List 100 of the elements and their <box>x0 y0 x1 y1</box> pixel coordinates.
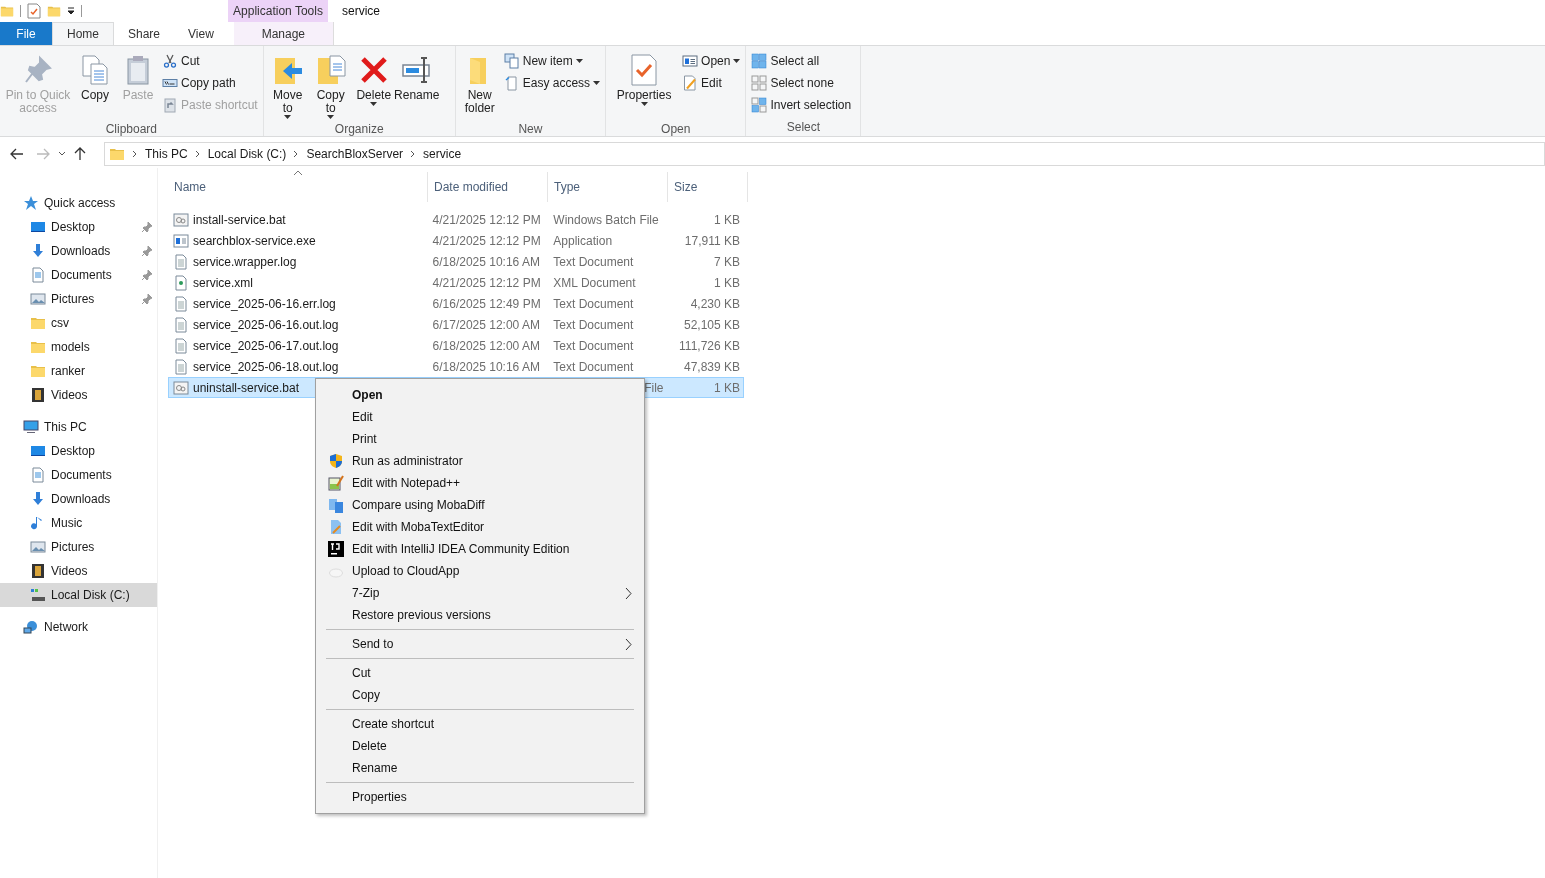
column-header[interactable]: Name <box>174 178 206 196</box>
nav-item[interactable]: Videos <box>0 383 157 407</box>
menu-item[interactable]: Edit with MobaTextEditor <box>318 516 642 538</box>
nav-item[interactable]: Downloads <box>0 239 157 263</box>
column-header[interactable]: Date modified <box>434 178 509 196</box>
back-arrow-icon[interactable] <box>10 148 24 160</box>
nav-item[interactable]: Downloads <box>0 487 157 511</box>
file-name: searchblox-service.exe <box>193 232 316 250</box>
ribbon-button[interactable]: Select none <box>749 72 854 94</box>
menu-item[interactable]: Cut <box>318 662 642 684</box>
dropdown-icon[interactable] <box>67 7 75 15</box>
nav-item[interactable]: Quick access <box>0 191 157 215</box>
size-text: 52,105 KB <box>683 317 740 332</box>
caret-icon <box>327 115 335 119</box>
invert-selection-icon <box>751 97 768 113</box>
type-text: Windows Batch File <box>553 212 659 227</box>
picture-icon <box>30 539 46 555</box>
folder-icon <box>109 146 125 162</box>
chevron-right-icon[interactable] <box>132 150 138 158</box>
breadcrumb[interactable]: Local Disk (C:) <box>207 145 287 163</box>
ribbon-button[interactable]: New item <box>501 50 603 72</box>
menu-item[interactable]: Edit with IntelliJ IDEA Community Edition <box>318 538 642 560</box>
chevron-right-icon[interactable] <box>410 150 417 158</box>
menu-item[interactable]: Copy <box>318 684 642 706</box>
ribbon-button[interactable]: Delete <box>352 46 395 120</box>
ribbon-button[interactable]: Easy access <box>501 72 603 94</box>
ribbon-button[interactable]: Select all <box>749 50 854 72</box>
chevron-right-icon[interactable] <box>293 150 300 158</box>
ribbon-button[interactable]: New folder <box>458 46 501 120</box>
menu-item[interactable]: Properties <box>318 786 642 808</box>
file-row[interactable]: service.wrapper.log 6/18/2025 10:16 AM Text Document 7 KB <box>168 251 744 272</box>
nav-item[interactable]: models <box>0 335 157 359</box>
ribbon-tab[interactable]: Share <box>114 22 175 45</box>
type-text: Text Document <box>553 359 634 374</box>
menu-item[interactable]: Compare using MobaDiff <box>318 494 642 516</box>
ribbon-button[interactable]: Copy <box>74 46 116 120</box>
file-row[interactable]: service_2025-06-16.out.log 6/17/2025 12:00 AM Text Document 52,105 KB <box>168 314 744 335</box>
file-row[interactable]: service_2025-06-18.out.log 6/18/2025 10:16 AM Text Document 47,839 KB <box>168 356 744 377</box>
file-row[interactable]: service_2025-06-16.err.log 6/16/2025 12:49 PM Text Document 4,230 KB <box>168 293 744 314</box>
caret-icon <box>593 81 601 85</box>
ribbon-button[interactable]: Rename <box>395 46 438 120</box>
nav-item[interactable]: This PC <box>0 415 157 439</box>
nav-item[interactable]: Documents <box>0 463 157 487</box>
nav-item[interactable]: Music <box>0 511 157 535</box>
page-arrow-icon <box>503 75 520 91</box>
application-icon <box>173 232 189 249</box>
menu-item[interactable]: Edit with Notepad++ <box>318 472 642 494</box>
ribbon-button[interactable]: Cut <box>160 50 260 72</box>
ribbon-button[interactable]: Edit <box>680 72 743 94</box>
nav-item[interactable]: Videos <box>0 559 157 583</box>
nav-item[interactable]: Desktop <box>0 439 157 463</box>
menu-item[interactable]: 7-Zip <box>318 582 642 604</box>
file-row[interactable]: service.xml 4/21/2025 12:12 PM XML Document 1 KB <box>168 272 744 293</box>
ribbon-tab[interactable]: View <box>174 22 228 45</box>
nav-item[interactable]: Desktop <box>0 215 157 239</box>
download-icon <box>30 243 46 259</box>
menu-item[interactable]: Run as administrator <box>318 450 642 472</box>
folder-icon <box>30 363 46 379</box>
nav-item[interactable]: Local Disk (C:) <box>0 583 157 607</box>
menu-item[interactable]: Restore previous versions <box>318 604 642 626</box>
menu-item[interactable]: Send to <box>318 633 642 655</box>
nav-item[interactable]: Pictures <box>0 535 157 559</box>
file-row[interactable]: service_2025-06-17.out.log 6/18/2025 12:00 AM Text Document 111,726 KB <box>168 335 744 356</box>
menu-item[interactable]: Create shortcut <box>318 713 642 735</box>
ribbon-tab[interactable]: Home <box>52 22 114 45</box>
menu-item[interactable]: Edit <box>318 406 642 428</box>
menu-item[interactable]: Delete <box>318 735 642 757</box>
chevron-down-icon[interactable] <box>58 151 66 157</box>
menu-item[interactable]: Upload to CloudApp <box>318 560 642 582</box>
nav-item[interactable]: Network <box>0 615 157 639</box>
menu-item[interactable]: Rename <box>318 757 642 779</box>
nav-item[interactable]: Pictures <box>0 287 157 311</box>
ribbon-button[interactable]: Copy path <box>160 72 260 94</box>
nav-item[interactable]: Documents <box>0 263 157 287</box>
ribbon-button[interactable]: Copy to <box>309 46 352 120</box>
check-page-icon[interactable] <box>27 3 41 19</box>
breadcrumb[interactable]: This PC <box>145 145 188 163</box>
chevron-right-icon[interactable] <box>194 150 201 158</box>
address-bar[interactable]: This PC Local Disk (C:) SearchBloxServer service <box>104 142 1545 166</box>
nav-item[interactable]: ranker <box>0 359 157 383</box>
ribbon-button[interactable]: Open <box>680 50 743 72</box>
breadcrumb[interactable]: service <box>423 145 462 163</box>
ribbon-button[interactable]: Properties <box>609 46 680 120</box>
ribbon-tab[interactable]: Manage <box>233 22 334 45</box>
nav-item[interactable]: csv <box>0 311 157 335</box>
text-file-icon <box>173 316 189 333</box>
ribbon-tab[interactable]: File <box>0 22 52 45</box>
menu-item[interactable]: Open <box>318 384 642 406</box>
drive-icon <box>30 587 46 603</box>
caret-icon <box>370 102 378 106</box>
file-row[interactable]: install-service.bat 4/21/2025 12:12 PM Windows Batch File 1 KB <box>168 209 744 230</box>
breadcrumb[interactable]: SearchBloxServer <box>306 145 404 163</box>
pencil-file-icon <box>328 519 344 535</box>
ribbon-button[interactable]: Move to <box>266 46 309 120</box>
ribbon-button[interactable]: Invert selection <box>749 94 854 116</box>
up-arrow-icon[interactable] <box>74 147 86 161</box>
column-header[interactable]: Type <box>554 178 580 196</box>
file-row[interactable]: searchblox-service.exe 4/21/2025 12:12 PM Application 17,911 KB <box>168 230 744 251</box>
menu-item[interactable]: Print <box>318 428 642 450</box>
column-header[interactable]: Size <box>674 178 698 196</box>
